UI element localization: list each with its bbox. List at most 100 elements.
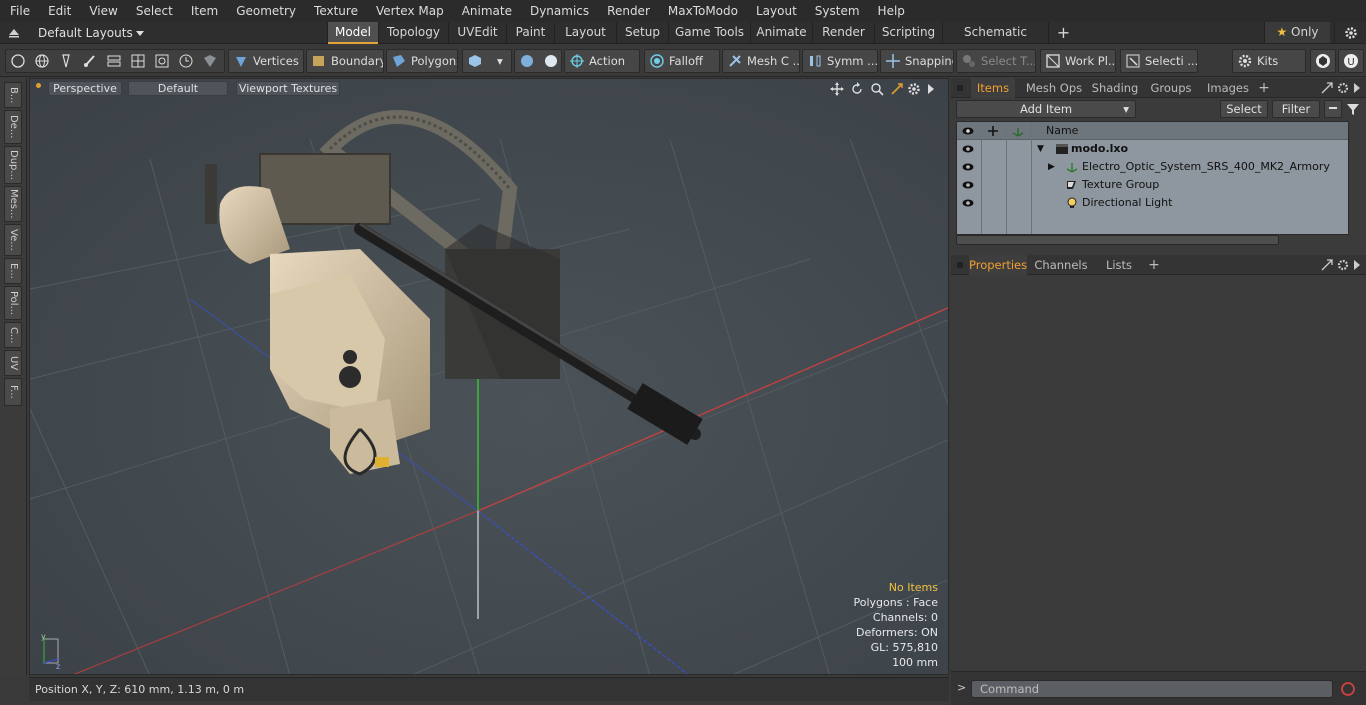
- falloff-button[interactable]: Falloff: [644, 49, 720, 73]
- default-layouts-dropdown[interactable]: Default Layouts: [0, 22, 145, 44]
- tab-channels[interactable]: Channels: [1033, 255, 1089, 275]
- select-through-button[interactable]: Select T...: [956, 49, 1036, 73]
- expand-panel-icon[interactable]: [1353, 259, 1361, 271]
- menu-select[interactable]: Select: [126, 0, 181, 22]
- vertices-button[interactable]: Vertices: [228, 49, 304, 73]
- left-tab-edge[interactable]: E...: [4, 258, 22, 284]
- menu-item[interactable]: Item: [181, 0, 226, 22]
- expand-right-icon[interactable]: [926, 82, 936, 96]
- tab-shading[interactable]: Shading: [1089, 78, 1141, 98]
- maximize-view-icon[interactable]: [890, 82, 904, 96]
- maximize-panel-icon[interactable]: [1321, 82, 1333, 94]
- unity-button[interactable]: [1310, 49, 1336, 73]
- tab-uvedit[interactable]: UVEdit: [448, 22, 506, 43]
- work-plane-button[interactable]: Work Pl...: [1040, 49, 1116, 73]
- boundary-button[interactable]: Boundary: [306, 49, 384, 73]
- clock-icon[interactable]: [178, 53, 194, 69]
- tab-paint[interactable]: Paint: [506, 22, 554, 43]
- sphere-alt-icon[interactable]: [543, 53, 559, 69]
- panel-dot-icon[interactable]: [957, 85, 963, 91]
- menu-animate[interactable]: Animate: [452, 0, 520, 22]
- move-view-icon[interactable]: [830, 82, 844, 96]
- shield-icon[interactable]: [202, 53, 218, 69]
- tab-items[interactable]: Items: [971, 78, 1015, 98]
- panel-gear-icon[interactable]: [1337, 259, 1349, 271]
- mesh-constraint-button[interactable]: Mesh C ...: [722, 49, 800, 73]
- tab-game-tools[interactable]: Game Tools: [668, 22, 750, 43]
- settings-gear-button[interactable]: [1334, 22, 1366, 43]
- add-panel-tab-button[interactable]: +: [1147, 255, 1161, 275]
- add-panel-tab-button[interactable]: +: [1257, 78, 1271, 98]
- menu-system[interactable]: System: [805, 0, 868, 22]
- menu-edit[interactable]: Edit: [38, 0, 79, 22]
- select-button[interactable]: Select: [1220, 100, 1268, 118]
- tab-properties[interactable]: Properties: [969, 255, 1027, 275]
- left-tab-vertex[interactable]: Ve...: [4, 224, 22, 256]
- tab-setup[interactable]: Setup: [616, 22, 668, 43]
- expand-triangle-icon[interactable]: ▼: [1037, 140, 1044, 158]
- sphere-icon[interactable]: [519, 53, 535, 69]
- command-input[interactable]: Command: [971, 680, 1333, 698]
- circle-select-icon[interactable]: [10, 53, 26, 69]
- add-item-button[interactable]: Add Item ▾: [956, 100, 1136, 118]
- expand-triangle-icon[interactable]: ▶: [1048, 158, 1055, 176]
- tab-model[interactable]: Model: [327, 22, 378, 44]
- perspective-view-button[interactable]: Perspective: [48, 81, 122, 96]
- pen-icon[interactable]: [58, 53, 74, 69]
- panel-dot-icon[interactable]: [957, 262, 963, 268]
- left-tab-uv[interactable]: UV: [4, 350, 22, 376]
- tab-animate[interactable]: Animate: [750, 22, 812, 43]
- add-tab-button[interactable]: +: [1048, 22, 1078, 43]
- tab-topology[interactable]: Topology: [378, 22, 448, 43]
- symmetry-button[interactable]: Symm ...: [802, 49, 878, 73]
- tab-groups[interactable]: Groups: [1147, 78, 1195, 98]
- collapse-button[interactable]: [1324, 100, 1342, 118]
- left-tab-duplicate[interactable]: Dup...: [4, 146, 22, 184]
- menu-file[interactable]: File: [0, 0, 38, 22]
- menu-dynamics[interactable]: Dynamics: [520, 0, 597, 22]
- brush-icon[interactable]: [82, 53, 98, 69]
- menu-render[interactable]: Render: [597, 0, 658, 22]
- left-tab-mesh[interactable]: Mes...: [4, 186, 22, 222]
- expand-panel-icon[interactable]: [1353, 82, 1361, 94]
- only-toggle[interactable]: ★ Only: [1264, 22, 1330, 43]
- record-icon[interactable]: [1340, 681, 1356, 697]
- menu-geometry[interactable]: Geometry: [226, 0, 304, 22]
- visibility-eye-icon[interactable]: [962, 161, 974, 173]
- kits-button[interactable]: Kits: [1232, 49, 1306, 73]
- action-center-button[interactable]: Action: [564, 49, 640, 73]
- left-tab-basic[interactable]: B...: [4, 82, 22, 108]
- items-list-scrollbar[interactable]: [956, 235, 1279, 245]
- left-tab-polygon[interactable]: Pol...: [4, 286, 22, 320]
- layers-icon[interactable]: [106, 53, 122, 69]
- shading-default-button[interactable]: Default: [128, 81, 228, 96]
- menu-texture[interactable]: Texture: [304, 0, 366, 22]
- tab-images[interactable]: Images: [1201, 78, 1255, 98]
- visibility-eye-icon[interactable]: [962, 197, 974, 209]
- list-item[interactable]: ▶ Electro_Optic_System_SRS_400_MK2_Armor…: [957, 158, 1348, 176]
- menu-help[interactable]: Help: [868, 0, 913, 22]
- tab-render[interactable]: Render: [812, 22, 874, 43]
- menu-maxtomodo[interactable]: MaxToModo: [658, 0, 746, 22]
- unreal-button[interactable]: U: [1338, 49, 1364, 73]
- visibility-eye-icon[interactable]: [962, 143, 974, 155]
- tab-mesh-ops[interactable]: Mesh Ops: [1023, 78, 1085, 98]
- menu-layout[interactable]: Layout: [746, 0, 805, 22]
- viewport-textures-button[interactable]: Viewport Textures: [236, 81, 340, 96]
- rotate-view-icon[interactable]: [850, 82, 864, 96]
- left-tab-deform[interactable]: De...: [4, 110, 22, 144]
- 3d-viewport[interactable]: y z Perspective Default Viewport Texture…: [29, 78, 949, 675]
- snapping-button[interactable]: Snapping: [880, 49, 954, 73]
- viewport-dot-icon[interactable]: [36, 83, 41, 88]
- menu-view[interactable]: View: [79, 0, 125, 22]
- grid-icon[interactable]: [130, 53, 146, 69]
- filter-button[interactable]: Filter: [1272, 100, 1320, 118]
- funnel-icon[interactable]: [1346, 102, 1360, 116]
- tab-scripting[interactable]: Scripting: [874, 22, 942, 43]
- list-item[interactable]: ▼ modo.lxo: [957, 140, 1348, 158]
- polygons-button[interactable]: Polygons: [386, 49, 458, 73]
- item-mode-dropdown[interactable]: ▾: [462, 49, 512, 73]
- maximize-panel-icon[interactable]: [1321, 259, 1333, 271]
- viewport-gear-icon[interactable]: [907, 82, 921, 96]
- visibility-eye-icon[interactable]: [962, 179, 974, 191]
